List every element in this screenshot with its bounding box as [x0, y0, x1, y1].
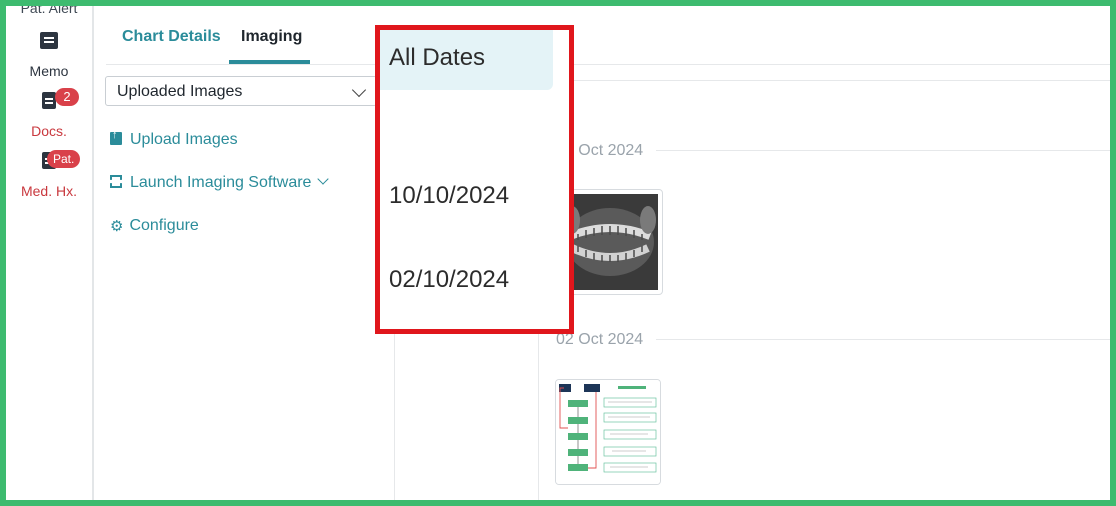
active-tab-indicator [229, 60, 310, 64]
rail-item-label: Memo [29, 63, 69, 79]
tab-bar: Chart Details Imaging [106, 6, 1110, 65]
upload-images-button[interactable]: Upload Images [110, 129, 238, 149]
memo-icon [39, 30, 59, 52]
date-option-label: All Dates [389, 44, 486, 71]
image-source-value: Uploaded Images [117, 83, 243, 100]
date-divider [656, 150, 1110, 151]
launch-imaging-software-button[interactable]: Launch Imaging Software [110, 173, 330, 192]
rail-item-label: Med. Hx. [20, 183, 77, 199]
scan-icon [110, 175, 122, 188]
pat-badge: Pat. [47, 150, 81, 168]
docs-count-badge: 2 [55, 88, 79, 106]
document-icon: 2 [39, 88, 79, 112]
rail-item-label: Docs. [31, 123, 67, 139]
rail-item-memo[interactable]: Memo [6, 30, 92, 79]
date-filter-dropdown: All Dates 10/10/2024 02/10/2024 [375, 25, 574, 334]
tab-chart-details[interactable]: Chart Details [122, 28, 221, 46]
upload-images-label: Upload Images [130, 131, 238, 148]
flowchart-document-image [556, 380, 660, 484]
chevron-down-icon [317, 173, 330, 185]
image-source-select[interactable]: Uploaded Images [105, 76, 377, 106]
tab-imaging[interactable]: Imaging [241, 28, 302, 46]
upload-icon [110, 129, 122, 145]
rail-item-pat-alert[interactable]: Pat. Alert [6, 6, 92, 16]
chevron-down-icon [351, 82, 367, 98]
rail-item-docs[interactable]: 2 Docs. [6, 88, 92, 139]
rail-item-med-hx[interactable]: Pat. Med. Hx. [6, 150, 92, 199]
medical-history-icon: Pat. [39, 150, 81, 172]
configure-button[interactable]: ⚙ Configure [110, 217, 199, 235]
app-frame: Pat. Alert Memo 2 Docs. Pat. Med. Hx. Ch… [6, 6, 1110, 500]
configure-label: Configure [129, 217, 199, 234]
date-option[interactable]: 02/10/2024 [389, 266, 509, 294]
date-option[interactable]: 10/10/2024 [389, 182, 509, 210]
date-divider [656, 339, 1110, 340]
rail-item-label: Pat. Alert [20, 6, 78, 16]
left-rail: Pat. Alert Memo 2 Docs. Pat. Med. Hx. [6, 6, 94, 500]
launch-imaging-label: Launch Imaging Software [130, 174, 312, 191]
gear-icon: ⚙ [110, 218, 124, 235]
flowchart-document-thumbnail[interactable] [555, 379, 661, 485]
date-option-selected[interactable]: All Dates [380, 30, 553, 90]
